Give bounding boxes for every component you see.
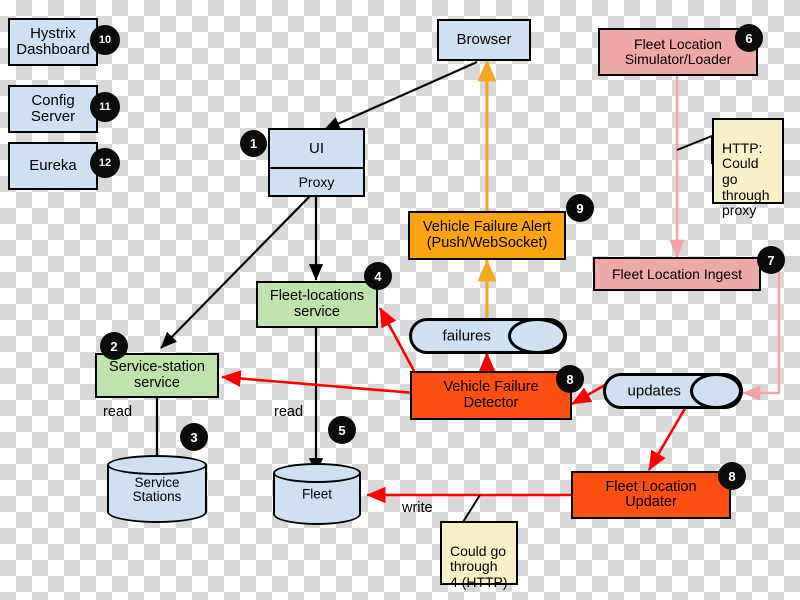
badge-fleet-location-simulator-label: 6 — [745, 30, 753, 46]
node-service-stations-db[interactable]: Service Stations — [107, 455, 207, 523]
node-service-stations-db-label: Service Stations — [132, 474, 182, 505]
badge-eureka: 12 — [90, 148, 120, 178]
node-fleet-location-updater-label: Fleet Location Updater — [605, 478, 697, 510]
node-vehicle-failure-alert[interactable]: Vehicle Failure Alert (Push/WebSocket) — [408, 211, 566, 260]
badge-eureka-label: 12 — [98, 157, 112, 169]
callout-leader-write-http — [461, 494, 497, 523]
note-http-could-go-through-proxy: HTTP: Could go through proxy — [712, 118, 784, 218]
badge-fleet-locations-service: 4 — [364, 262, 392, 290]
badge-config-server: 11 — [90, 92, 120, 122]
node-updates-queue-label: updates — [627, 382, 681, 400]
badge-fleet-location-ingest-label: 7 — [767, 252, 775, 268]
node-ui-label: UI — [309, 140, 324, 157]
note-http-could-go-through-proxy-text: HTTP: Could go through proxy — [722, 139, 770, 219]
badge-fleet-db: 5 — [328, 416, 356, 444]
node-fleet-locations-service[interactable]: Fleet-locations service — [256, 281, 378, 328]
badge-ui: 1 — [240, 130, 267, 157]
node-ui-proxy[interactable]: Proxy — [270, 167, 363, 195]
node-fleet-db[interactable]: Fleet — [273, 463, 361, 525]
node-eureka[interactable]: Eureka — [8, 142, 98, 190]
node-fleet-location-simulator[interactable]: Fleet Location Simulator/Loader — [598, 28, 758, 76]
badge-vehicle-failure-alert: 9 — [566, 194, 594, 222]
node-browser[interactable]: Browser — [437, 19, 531, 61]
node-browser-label: Browser — [456, 31, 512, 49]
badge-vehicle-failure-detector: 8 — [556, 365, 584, 393]
edge-label-write-fleet-text: write — [402, 500, 433, 516]
updates-queue-cap — [690, 373, 742, 409]
node-fleet-location-simulator-label: Fleet Location Simulator/Loader — [624, 36, 732, 67]
note-could-go-through-4-http-text: Could go through 4 (HTTP) — [450, 542, 508, 591]
node-ui-main: UI — [270, 130, 363, 167]
edge-browser-to-ui — [323, 60, 478, 132]
node-ui-proxy-label: Proxy — [298, 174, 335, 190]
badge-service-stations-db-label: 3 — [190, 429, 198, 445]
badge-fleet-locations-service-label: 4 — [374, 268, 382, 284]
edge-label-read-service-stations-text: read — [103, 404, 133, 420]
badge-service-station-service-label: 2 — [110, 338, 118, 354]
badge-fleet-location-simulator: 6 — [735, 24, 763, 52]
fleet-db-top — [273, 463, 361, 483]
node-fleet-db-label: Fleet — [301, 486, 332, 502]
node-vehicle-failure-detector-label: Vehicle Failure Detector — [443, 379, 539, 411]
edge-detector-to-service-station — [221, 370, 416, 395]
edge-label-read-fleet-text: read — [274, 404, 304, 420]
node-hystrix-dashboard-label: Hystrix Dashboard — [16, 25, 90, 58]
node-fleet-location-updater[interactable]: Fleet Location Updater — [571, 471, 731, 519]
badge-hystrix-dashboard-label: 10 — [98, 34, 112, 46]
architecture-diagram-canvas: Hystrix Dashboard 10 Config Server 11 Eu… — [0, 0, 800, 600]
edge-label-read-service-stations: read — [103, 404, 132, 420]
node-hystrix-dashboard[interactable]: Hystrix Dashboard — [8, 18, 98, 66]
badge-service-stations-db: 3 — [180, 423, 208, 451]
badge-vehicle-failure-detector-label: 8 — [566, 371, 574, 387]
callout-leader-http-proxy — [676, 134, 713, 164]
badge-fleet-db-label: 5 — [338, 422, 346, 438]
badge-config-server-label: 11 — [99, 101, 111, 113]
node-service-station-service-label: Service-station service — [109, 359, 205, 391]
node-fleet-location-ingest-label: Fleet Location Ingest — [612, 265, 742, 282]
edge-label-read-fleet: read — [274, 404, 303, 420]
badge-vehicle-failure-alert-label: 9 — [576, 200, 584, 216]
node-failures-queue[interactable]: failures — [409, 318, 567, 354]
node-vehicle-failure-alert-label: Vehicle Failure Alert (Push/WebSocket) — [422, 219, 552, 251]
badge-fleet-location-updater: 8 — [718, 462, 746, 490]
note-could-go-through-4-http: Could go through 4 (HTTP) — [440, 521, 518, 590]
badge-hystrix-dashboard: 10 — [90, 25, 120, 55]
node-fleet-location-ingest[interactable]: Fleet Location Ingest — [593, 257, 761, 291]
badge-fleet-location-updater-label: 8 — [728, 468, 736, 484]
node-fleet-locations-service-label: Fleet-locations service — [269, 288, 365, 320]
node-vehicle-failure-detector[interactable]: Vehicle Failure Detector — [410, 371, 572, 420]
badge-ui-label: 1 — [249, 136, 258, 151]
node-eureka-label: Eureka — [29, 157, 77, 175]
node-failures-queue-label: failures — [442, 327, 491, 345]
failures-queue-cap — [508, 318, 566, 354]
edge-updates-to-updater — [647, 404, 689, 471]
service-stations-db-top — [107, 455, 207, 475]
edge-label-write-fleet: write — [402, 500, 433, 516]
node-updates-queue[interactable]: updates — [603, 373, 743, 409]
badge-fleet-location-ingest: 7 — [757, 246, 785, 274]
badge-service-station-service: 2 — [100, 332, 128, 360]
node-ui[interactable]: UI Proxy — [268, 128, 365, 197]
node-config-server-label: Config Server — [30, 92, 76, 125]
node-config-server[interactable]: Config Server — [8, 85, 98, 133]
